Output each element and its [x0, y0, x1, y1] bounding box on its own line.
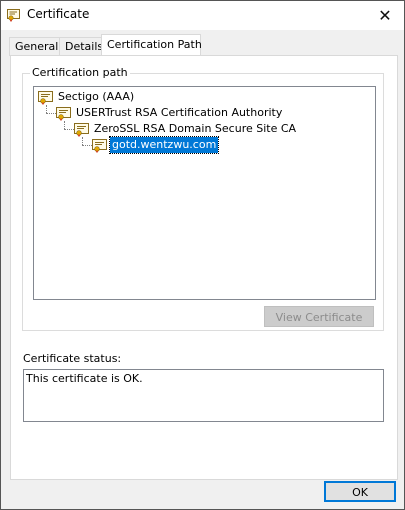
certificate-icon — [56, 107, 71, 121]
window-title: Certificate — [27, 7, 90, 21]
certificate-icon — [74, 123, 89, 137]
ok-button[interactable]: OK — [324, 481, 396, 502]
tree-connector — [82, 137, 83, 145]
tree-node-label: USERTrust RSA Certification Authority — [76, 106, 283, 119]
dialog-body: General Details Certification Path Certi… — [1, 30, 404, 509]
tab-certification-path[interactable]: Certification Path — [101, 34, 202, 57]
certification-path-group-label: Certification path — [30, 66, 130, 80]
tree-node-label: Sectigo (AAA) — [58, 90, 135, 103]
tree-connector — [82, 145, 92, 146]
view-certificate-button[interactable]: View Certificate — [264, 306, 374, 327]
tree-connector — [46, 113, 56, 114]
certification-path-panel: Certification path Sectigo (AAA) USERTru… — [10, 55, 398, 480]
certificate-icon — [38, 91, 53, 105]
certificate-status-box[interactable]: This certificate is OK. — [23, 369, 384, 422]
title-bar[interactable]: Certificate ✕ — [1, 1, 404, 29]
tab-certification-path-label: Certification Path — [107, 38, 202, 51]
tree-node-label: gotd.wentzwu.com — [108, 136, 220, 154]
tab-details-label: Details — [65, 40, 104, 53]
tree-connector — [46, 105, 47, 113]
tree-node-root[interactable]: Sectigo (AAA) — [38, 89, 136, 105]
tree-node-leaf[interactable]: gotd.wentzwu.com — [92, 136, 220, 154]
tab-general-label: General — [15, 40, 59, 53]
tree-connector — [64, 129, 74, 130]
tree-connector — [64, 121, 65, 129]
certificate-dialog: Certificate ✕ General Details Certificat… — [0, 0, 405, 510]
certificate-status-text: This certificate is OK. — [26, 372, 143, 385]
tab-details[interactable]: Details — [59, 37, 105, 56]
close-button[interactable]: ✕ — [366, 1, 404, 29]
tab-general[interactable]: General — [9, 37, 61, 56]
close-icon: ✕ — [378, 5, 392, 25]
ok-button-label: OK — [352, 486, 368, 499]
certificate-icon — [7, 9, 20, 22]
tree-node-intermediate-1[interactable]: USERTrust RSA Certification Authority — [56, 105, 284, 121]
tree-node-label: ZeroSSL RSA Domain Secure Site CA — [94, 122, 297, 135]
certification-path-group: Certification path Sectigo (AAA) USERTru… — [22, 66, 384, 331]
certificate-icon — [92, 139, 107, 153]
certification-path-tree[interactable]: Sectigo (AAA) USERTrust RSA Certificatio… — [33, 86, 376, 300]
view-certificate-button-label: View Certificate — [275, 311, 363, 324]
certificate-status-label: Certificate status: — [23, 352, 122, 365]
tree-node-intermediate-2[interactable]: ZeroSSL RSA Domain Secure Site CA — [74, 121, 298, 137]
